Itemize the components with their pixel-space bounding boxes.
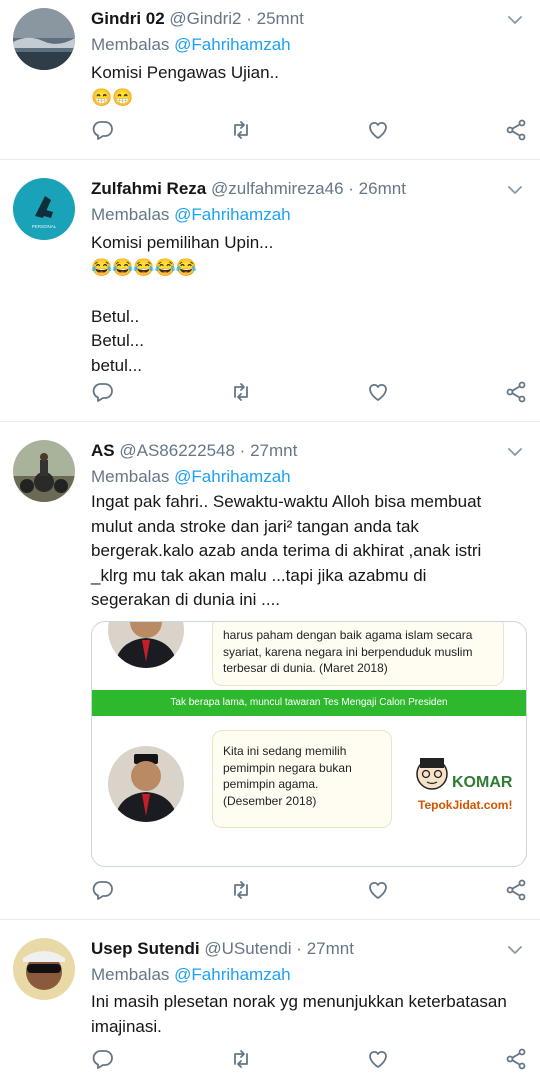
quote-line: syariat, karena negara ini berpenduduk m…	[223, 644, 473, 659]
tweet[interactable]: AS @AS86222548 · 27mnt Membalas @Fahriha…	[0, 422, 540, 920]
reply-icon[interactable]	[91, 118, 115, 142]
chevron-down-icon[interactable]	[506, 11, 524, 29]
separator: ·	[239, 441, 246, 460]
text-line: Ini masih plesetan norak yg menunjukkan …	[91, 992, 507, 1011]
reply-context: Membalas @Fahrihamzah	[91, 205, 291, 225]
chevron-down-icon[interactable]	[506, 181, 524, 199]
separator: ·	[296, 939, 302, 958]
quote-line: (Desember 2018)	[223, 793, 317, 808]
heart-icon[interactable]	[366, 118, 390, 142]
reply-prefix: Membalas	[91, 965, 170, 984]
text-line: imajinasi.	[91, 1016, 162, 1036]
separator: ·	[246, 9, 252, 28]
heart-icon[interactable]	[366, 380, 390, 404]
emoji-line: 😁😁	[91, 87, 134, 107]
reply-prefix: Membalas	[91, 205, 170, 224]
text-line: _klrg mu tak akan malu ...tapi jika azab…	[91, 565, 427, 585]
share-icon[interactable]	[504, 380, 528, 404]
brand-site: TepokJidat.com!	[418, 798, 513, 812]
tweet-text: Ingat pak fahri.. Sewaktu-waktu Alloh bi…	[91, 490, 521, 613]
text-line: Komisi pemilihan Upin...	[91, 233, 274, 252]
text-line: betul...	[91, 355, 143, 375]
text-line: Betul...	[91, 331, 144, 350]
brand-name: KOMAR	[452, 774, 513, 791]
emoji-line: 😂😂😂😂😂	[91, 257, 197, 277]
mention-link[interactable]: @Fahrihamzah	[174, 467, 290, 486]
brand-logo	[414, 754, 450, 794]
tweet-text: Komisi Pengawas Ujian.. 😁😁	[91, 61, 521, 110]
share-icon[interactable]	[504, 118, 528, 142]
quote-line: Kita ini sedang memilih	[223, 744, 347, 758]
svg-text:PERSONAL: PERSONAL	[32, 224, 57, 229]
author-handle[interactable]: @Gindri2	[169, 9, 241, 28]
author-handle[interactable]: @AS86222548	[119, 441, 235, 460]
text-line: bergerak.kalo azab anda terima di akhira…	[91, 541, 482, 560]
text-line: Ingat pak fahri.. Sewaktu-waktu Alloh bi…	[91, 492, 482, 511]
author-name[interactable]: Usep Sutendi	[91, 939, 200, 958]
reply-prefix: Membalas	[91, 35, 170, 54]
timestamp[interactable]: 25mnt	[257, 9, 304, 28]
author-name[interactable]: AS	[91, 441, 115, 460]
reply-context: Membalas @Fahrihamzah	[91, 965, 291, 985]
reply-icon[interactable]	[91, 878, 115, 902]
mention-link[interactable]: @Fahrihamzah	[174, 965, 290, 984]
banner: Tak berapa lama, muncul tawaran Tes Meng…	[92, 690, 526, 716]
avatar[interactable]	[13, 440, 75, 502]
reply-context: Membalas @Fahrihamzah	[91, 35, 291, 55]
share-icon[interactable]	[504, 1047, 528, 1071]
separator: ·	[348, 179, 354, 198]
text-line: Komisi Pengawas Ujian..	[91, 63, 280, 82]
reply-prefix: Membalas	[91, 467, 170, 486]
action-bar	[0, 1047, 540, 1073]
retweet-icon[interactable]	[229, 380, 253, 404]
tweet-text: Ini masih plesetan norak yg menunjukkan …	[91, 990, 521, 1039]
author-name[interactable]: Zulfahmi Reza	[91, 179, 206, 198]
tweet[interactable]: PERSONAL Zulfahmi Reza @zulfahmireza46 ·…	[0, 160, 540, 422]
mention-link[interactable]: @Fahrihamzah	[174, 205, 290, 224]
author-handle[interactable]: @zulfahmireza46	[211, 179, 344, 198]
author-name[interactable]: Gindri 02	[91, 9, 165, 28]
quote-bubble: harus paham dengan baik agama islam seca…	[212, 622, 504, 686]
author-handle[interactable]: @USutendi	[204, 939, 291, 958]
chevron-down-icon[interactable]	[506, 941, 524, 959]
quote-line: pemimpin negara bukan	[223, 760, 352, 775]
retweet-icon[interactable]	[229, 878, 253, 902]
reply-context: Membalas @Fahrihamzah	[91, 467, 291, 487]
tweet[interactable]: Usep Sutendi @USutendi · 27mnt Membalas …	[0, 920, 540, 1082]
tweet[interactable]: Gindri 02 @Gindri2 · 25mnt Membalas @Fah…	[0, 0, 540, 160]
text-line: mulut anda stroke dan jari² tangan anda …	[91, 516, 419, 536]
avatar[interactable]: PERSONAL	[13, 178, 75, 240]
retweet-icon[interactable]	[229, 118, 253, 142]
avatar[interactable]	[13, 938, 75, 1000]
timestamp[interactable]: 27mnt	[307, 939, 354, 958]
action-bar	[0, 380, 540, 406]
politician-photo	[108, 622, 184, 668]
quote-line: terbesar di dunia. (Maret 2018)	[223, 661, 388, 675]
text-line: Betul..	[91, 306, 140, 326]
image-card[interactable]: harus paham dengan baik agama islam seca…	[91, 621, 527, 867]
action-bar	[0, 118, 540, 144]
tweet-text: Komisi pemilihan Upin... 😂😂😂😂😂 Betul.. B…	[91, 231, 521, 378]
timestamp[interactable]: 26mnt	[359, 179, 406, 198]
quote-line: harus paham dengan baik agama islam seca…	[223, 628, 473, 642]
timestamp[interactable]: 27mnt	[250, 441, 297, 460]
quote-bubble: Kita ini sedang memilih pemimpin negara …	[212, 730, 392, 828]
chevron-down-icon[interactable]	[506, 443, 524, 461]
avatar[interactable]	[13, 8, 75, 70]
reply-icon[interactable]	[91, 380, 115, 404]
heart-icon[interactable]	[366, 878, 390, 902]
share-icon[interactable]	[504, 878, 528, 902]
heart-icon[interactable]	[366, 1047, 390, 1071]
retweet-icon[interactable]	[229, 1047, 253, 1071]
text-line: segerakan di dunia ini ....	[91, 590, 281, 609]
quote-line: pemimpin agama.	[223, 777, 319, 791]
mention-link[interactable]: @Fahrihamzah	[174, 35, 290, 54]
action-bar	[0, 878, 540, 904]
politician-photo	[108, 746, 184, 822]
reply-icon[interactable]	[91, 1047, 115, 1071]
